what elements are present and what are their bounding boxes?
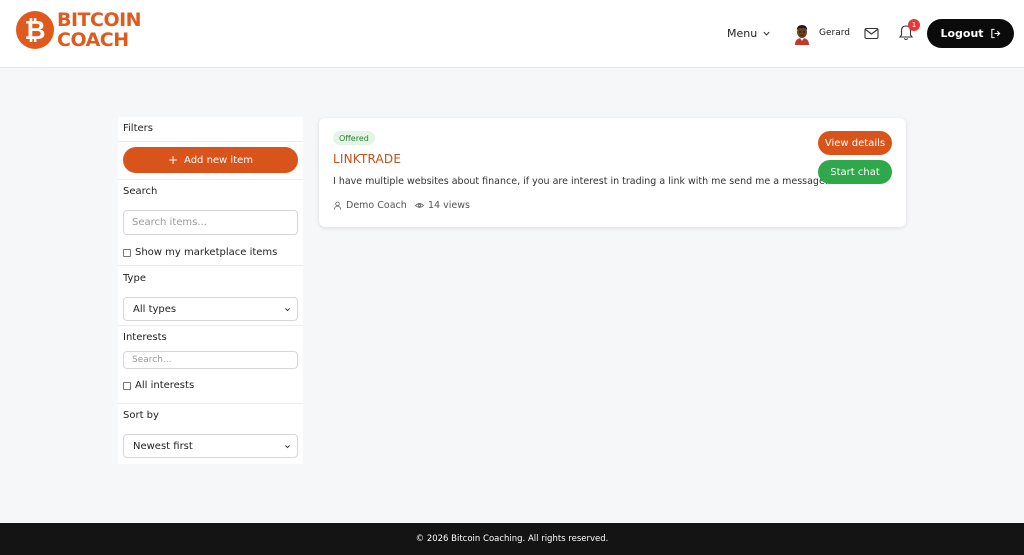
- item-title[interactable]: LINKTRADE: [333, 152, 401, 166]
- sort-select[interactable]: Newest first: [123, 434, 298, 458]
- search-title: Search: [123, 186, 158, 197]
- footer: © 2026 Bitcoin Coaching. All rights rese…: [0, 523, 1024, 555]
- logo-text: BITCOIN COACH: [57, 9, 142, 51]
- divider: [118, 403, 303, 404]
- type-title: Type: [123, 273, 146, 284]
- item-views-count: 14 views: [428, 200, 470, 211]
- status-badge: Offered: [333, 131, 375, 145]
- type-select[interactable]: All types: [123, 297, 298, 321]
- search-placeholder: Search items...: [132, 217, 207, 228]
- logo-line-1: BITCOIN: [57, 9, 142, 31]
- user-name[interactable]: Gerard: [819, 28, 850, 38]
- divider: [118, 265, 303, 266]
- filters-sidebar: Filters + Add new item Search Search ite…: [118, 117, 303, 464]
- checkbox[interactable]: [123, 381, 131, 390]
- item-description: I have multiple websites about finance, …: [333, 176, 829, 187]
- filters-title: Filters: [123, 123, 153, 134]
- logout-icon: [990, 28, 1000, 39]
- interests-title: Interests: [123, 332, 167, 343]
- divider: [118, 325, 303, 326]
- logo-line-2: COACH: [57, 29, 129, 51]
- user-icon: [333, 201, 342, 210]
- chevron-down-icon: [285, 444, 290, 448]
- menu-dropdown[interactable]: Menu: [727, 27, 771, 40]
- add-new-item-label: Add new item: [184, 154, 254, 166]
- interests-placeholder: Search...: [132, 355, 172, 365]
- notification-badge: 1: [908, 19, 920, 31]
- start-chat-button[interactable]: Start chat: [818, 160, 892, 184]
- bitcoin-icon: ₿: [16, 11, 54, 49]
- all-interests-checkbox[interactable]: All interests: [123, 380, 194, 391]
- divider: [118, 179, 303, 180]
- sort-title: Sort by: [123, 410, 159, 421]
- chevron-down-icon: [763, 31, 770, 36]
- add-new-item-button[interactable]: + Add new item: [123, 147, 298, 173]
- mail-icon[interactable]: [864, 27, 879, 40]
- all-interests-label: All interests: [135, 380, 195, 391]
- avatar[interactable]: [792, 23, 812, 45]
- item-author-name: Demo Coach: [346, 200, 407, 211]
- chevron-down-icon: [285, 307, 290, 311]
- logo[interactable]: ₿ BITCOIN COACH: [16, 9, 142, 51]
- marketplace-item-card: Offered LINKTRADE I have multiple websit…: [319, 118, 906, 227]
- eye-icon: [415, 203, 424, 208]
- show-my-items-label: Show my marketplace items: [135, 247, 278, 258]
- top-header: ₿ BITCOIN COACH Menu Gerard 1 Logout: [0, 0, 1024, 68]
- footer-copyright: © 2026 Bitcoin Coaching. All rights rese…: [415, 534, 609, 544]
- logout-label: Logout: [940, 27, 984, 40]
- search-input[interactable]: Search items...: [123, 210, 298, 235]
- divider: [118, 141, 303, 142]
- plus-icon: +: [167, 153, 179, 167]
- checkbox[interactable]: [123, 248, 131, 257]
- menu-label: Menu: [727, 27, 758, 40]
- show-my-items-checkbox[interactable]: Show my marketplace items: [123, 247, 277, 258]
- type-selected: All types: [133, 303, 177, 315]
- interests-search-input[interactable]: Search...: [123, 351, 298, 369]
- logout-button[interactable]: Logout: [927, 19, 1014, 48]
- view-details-button[interactable]: View details: [818, 131, 892, 155]
- item-author: Demo Coach: [333, 200, 407, 211]
- sort-selected: Newest first: [133, 440, 193, 452]
- item-views: 14 views: [415, 200, 470, 211]
